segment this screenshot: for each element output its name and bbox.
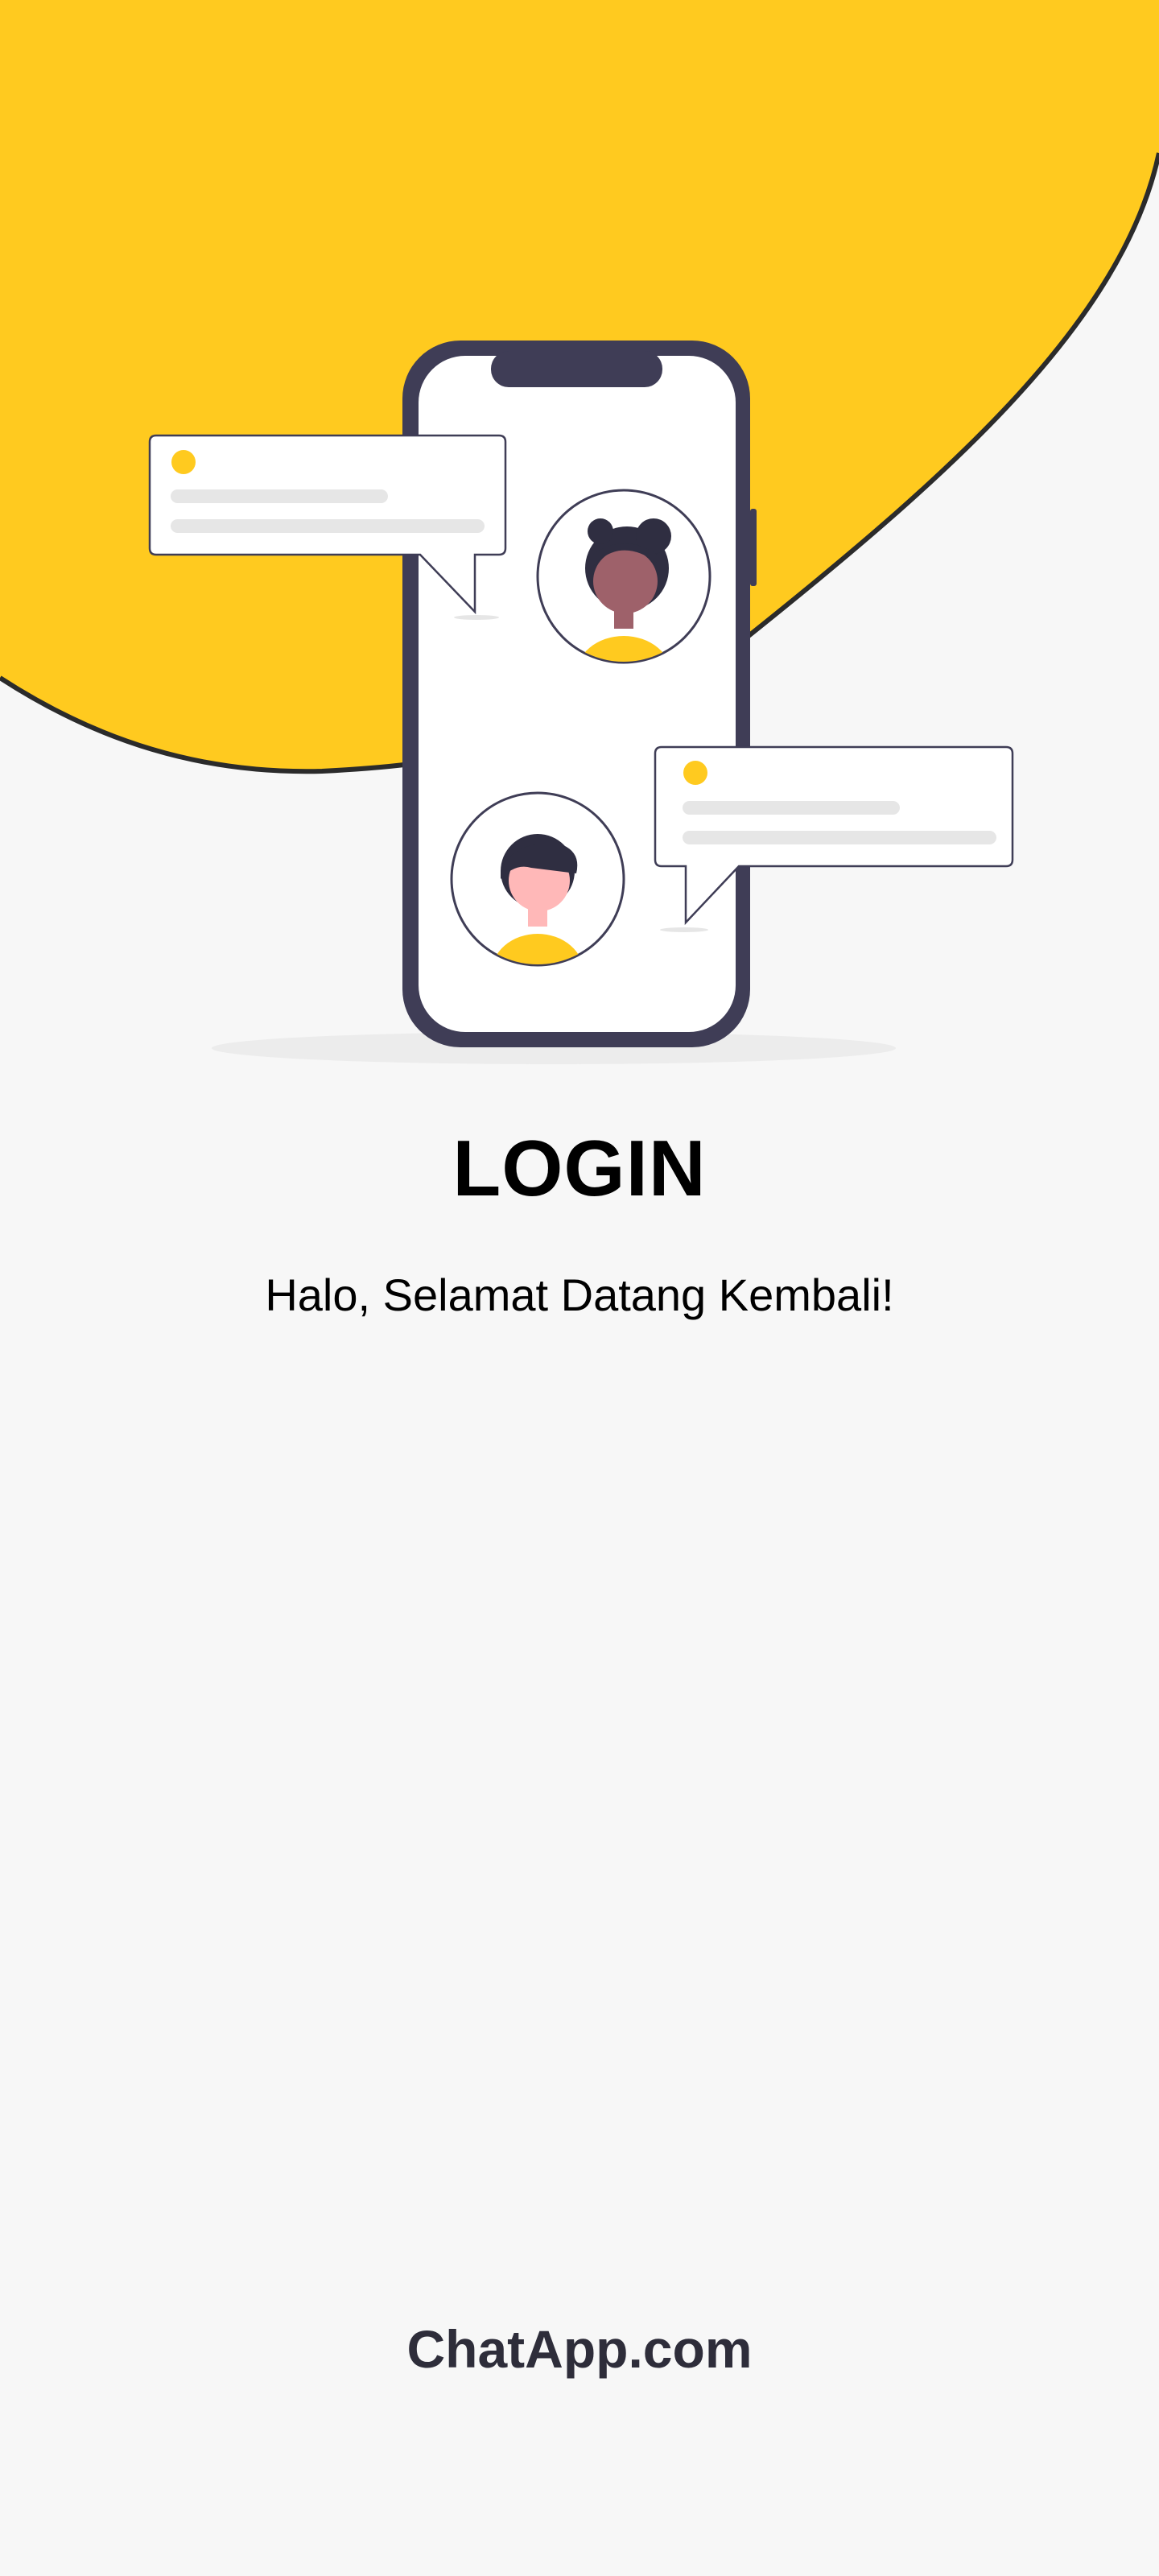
chat-bubble-dot — [171, 450, 196, 474]
chat-phone-illustration — [0, 0, 1159, 1064]
brand-footer: ChatApp.com — [406, 2319, 753, 2379]
page-title: LOGIN — [452, 1124, 707, 1212]
placeholder-line — [171, 519, 485, 533]
placeholder-line — [683, 801, 900, 815]
placeholder-line — [171, 489, 388, 503]
placeholder-line — [683, 831, 996, 844]
phone-notch — [491, 351, 662, 387]
chat-bubble-dot — [683, 761, 707, 785]
welcome-subtitle: Halo, Selamat Datang Kembali! — [265, 1269, 894, 1320]
